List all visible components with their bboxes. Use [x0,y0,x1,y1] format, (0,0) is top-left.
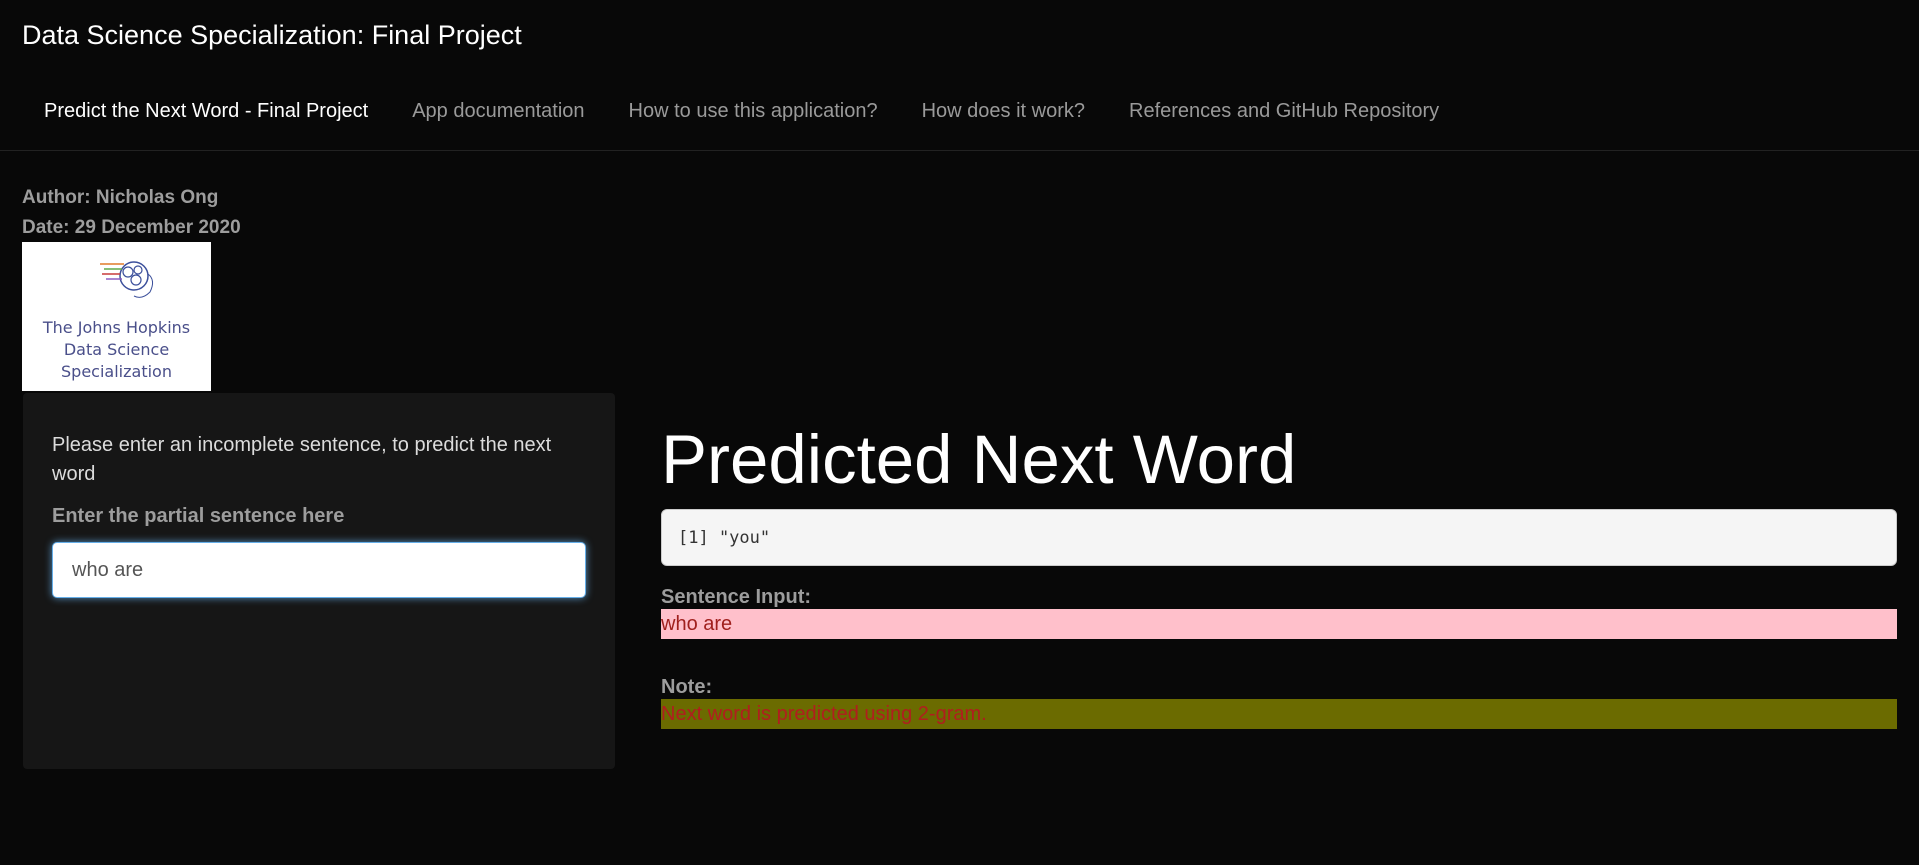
nav-tabs: Predict the Next Word - Final Project Ap… [22,96,1461,126]
tab-app-documentation[interactable]: App documentation [390,100,606,123]
input-panel: Please enter an incomplete sentence, to … [23,393,615,769]
tab-how-it-works[interactable]: How does it work? [900,100,1107,123]
tab-how-to-use[interactable]: How to use this application? [607,100,900,123]
brain-icon [100,261,154,298]
instruction-text: Please enter an incomplete sentence, to … [52,434,552,485]
page-title: Predicted Next Word [661,421,1297,498]
tab-references[interactable]: References and GitHub Repository [1107,100,1461,123]
input-label: Enter the partial sentence here [52,505,345,527]
navbar: Data Science Specialization: Final Proje… [0,0,1919,151]
author-info: Author: Nicholas Ong Date: 29 December 2… [22,183,241,243]
logo-line-1: The Johns Hopkins [42,318,191,337]
sentence-input[interactable] [52,542,586,598]
tab-predict[interactable]: Predict the Next Word - Final Project [22,100,390,123]
sentence-input-label: Sentence Input: [661,586,812,608]
logo-text: The Johns Hopkins Data Science Specializ… [22,317,211,383]
author-line: Author: Nicholas Ong [22,187,219,208]
app-title: Data Science Specialization: Final Proje… [22,20,522,50]
main-panel: Predicted Next Word [1] "you" Sentence I… [661,420,1897,729]
logo-line-2: Data Science [63,340,170,359]
prediction-output: [1] "you" [661,509,1897,566]
note-value: Next word is predicted using 2-gram. [661,699,1897,729]
date-line: Date: 29 December 2020 [22,217,241,238]
sentence-input-value: who are [661,609,1897,639]
jhu-logo: The Johns Hopkins Data Science Specializ… [22,242,211,391]
note-label: Note: [661,676,713,698]
logo-line-3: Specialization [61,362,172,381]
